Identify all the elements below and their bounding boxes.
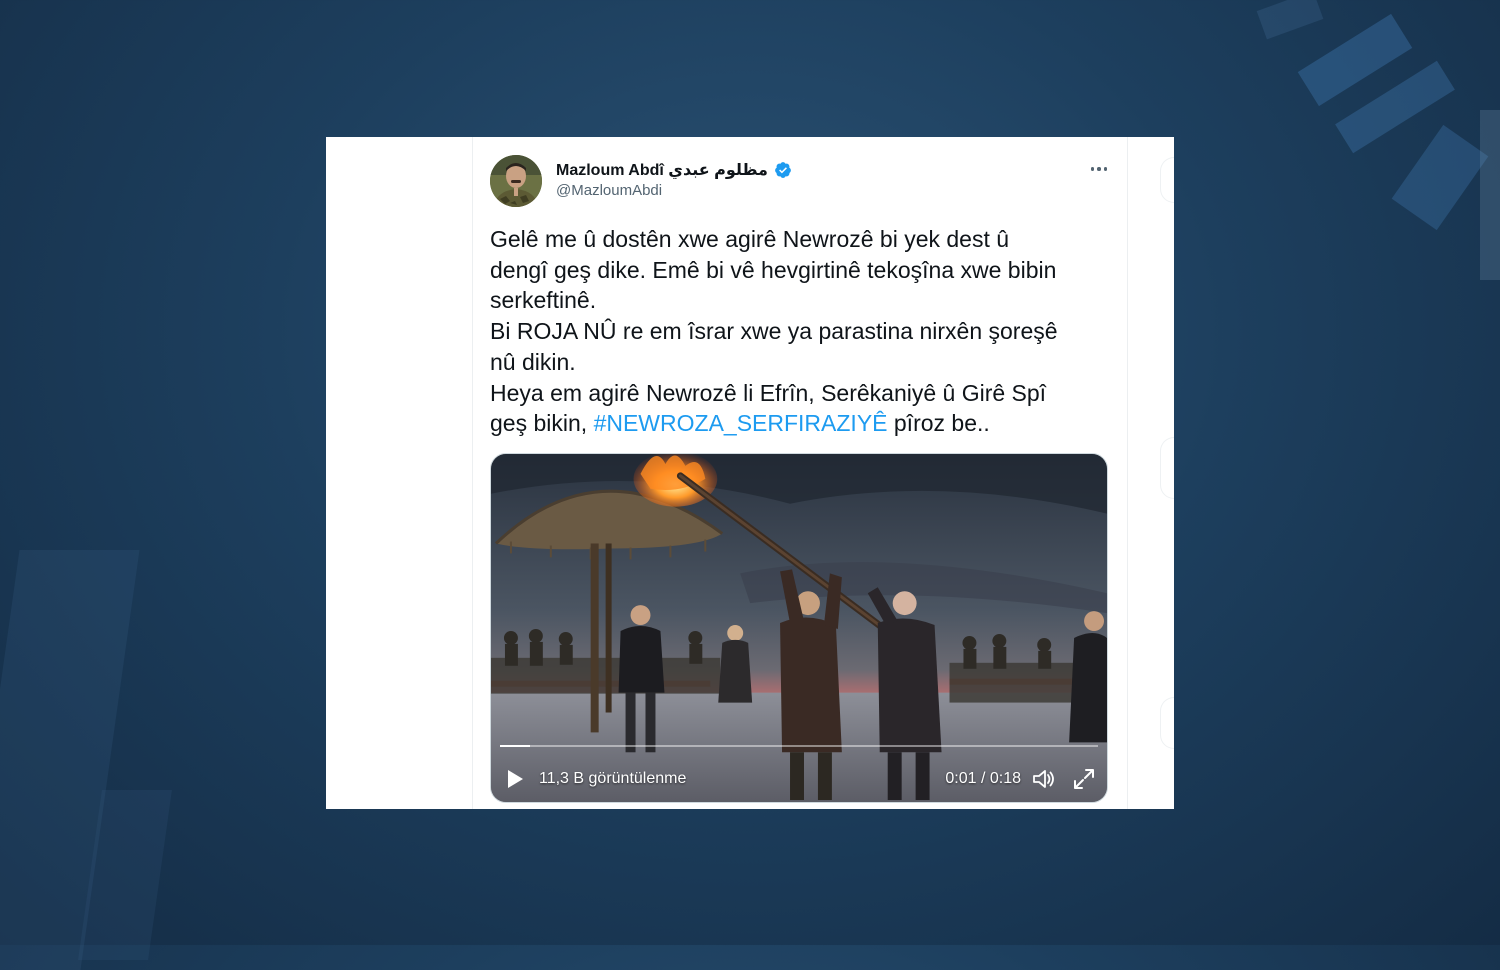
sidebar-edge — [1160, 437, 1174, 499]
sidebar-edge — [1160, 697, 1174, 749]
tweet-text-line: Gelê me û dostên xwe agirê Newrozê bi ye… — [490, 226, 1010, 252]
tweet-text-line: geş bikin, #NEWROZA_SERFIRAZIYÊ pîroz be… — [490, 408, 1120, 439]
view-count: 11,3 B görüntülenme — [539, 770, 687, 787]
tweet-text-segment: pîroz be.. — [887, 410, 990, 437]
author-row: Mazloum Abdî مظلوم عبدي — [556, 159, 792, 181]
column-divider — [472, 137, 473, 809]
tweet-card: Mazloum Abdî مظلوم عبدي @MazloumAbdi Gel… — [326, 137, 1174, 809]
video-player[interactable]: 11,3 B görüntülenme 0:01 / 0:18 — [490, 453, 1108, 803]
more-icon[interactable] — [1086, 158, 1112, 180]
background-decoration — [1480, 110, 1500, 280]
tweet-text-line: dengî geş dike. Emê bi vê hevgirtinê tek… — [490, 256, 1057, 283]
column-divider — [1127, 137, 1128, 809]
video-progress-fill — [500, 745, 530, 747]
author-handle[interactable]: @MazloumAbdi — [556, 182, 662, 199]
hashtag-link[interactable]: #NEWROZA_SERFIRAZIYÊ — [594, 410, 888, 436]
verified-badge-icon — [774, 161, 792, 179]
sidebar-edge — [1160, 157, 1174, 203]
tweet-text-segment: geş bikin, — [490, 410, 594, 437]
background-decoration — [1256, 0, 1324, 40]
play-icon[interactable] — [505, 768, 525, 790]
volume-icon[interactable] — [1032, 768, 1056, 790]
video-time: 0:01 / 0:18 — [945, 770, 1021, 787]
video-frame — [491, 454, 1107, 802]
display-name[interactable]: Mazloum Abdî مظلوم عبدي — [556, 160, 768, 180]
tweet-text-line: serkeftinê. — [490, 287, 597, 314]
fullscreen-icon[interactable] — [1073, 768, 1095, 790]
tweet-text-line: nû dikin. — [490, 348, 576, 375]
tweet-text: Gelê me û dostên xwe agirê Newrozê bi ye… — [490, 224, 1120, 439]
tweet-text-line: Heya em agirê Newrozê li Efrîn, Serêkani… — [490, 379, 1047, 406]
tweet-text-line: Bi ROJA NÛ re em îsrar xwe ya parastina … — [490, 318, 1058, 345]
background-decoration — [1391, 124, 1489, 231]
video-progress-bar[interactable] — [500, 745, 1098, 747]
avatar[interactable] — [490, 155, 542, 207]
